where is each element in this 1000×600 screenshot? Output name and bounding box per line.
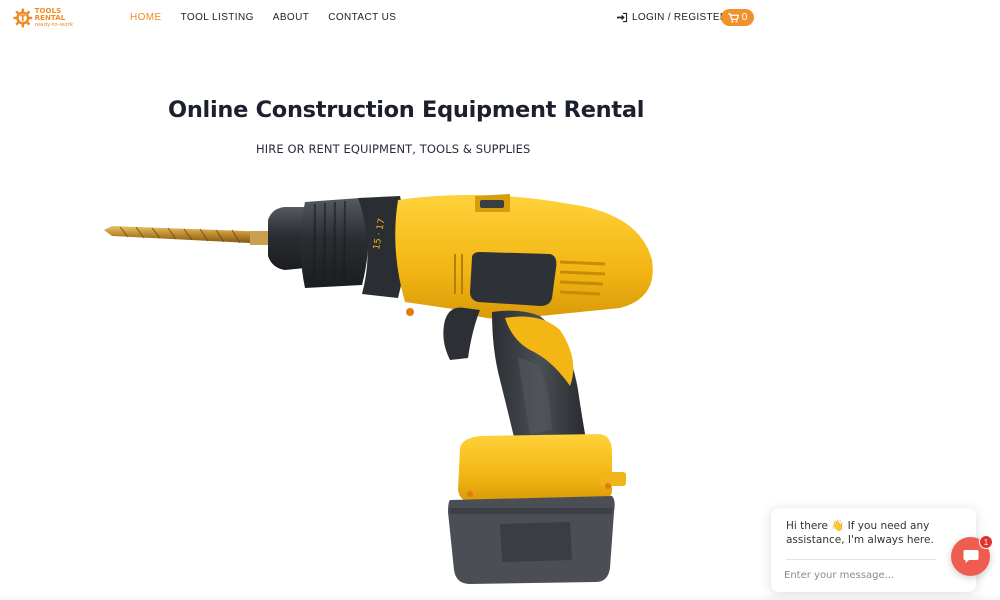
cordless-drill-image: 15 · 17 — [104, 194, 653, 584]
chat-greeting-message: Hi there 👋 If you need any assistance, I… — [786, 520, 934, 546]
chat-notification-badge: 1 — [979, 535, 993, 549]
gear-icon — [13, 8, 33, 28]
nav-menu: HOME TOOL LISTING ABOUT CONTACT US — [130, 11, 415, 24]
brand-name: TOOLS RENTAL — [34, 6, 66, 22]
chat-divider — [786, 559, 936, 560]
nav-item-home[interactable]: HOME — [130, 11, 162, 24]
brand-logo[interactable]: TOOLS RENTAL ready-to-work — [13, 6, 88, 30]
cart-count: 0 — [741, 11, 748, 23]
chat-bubble-icon — [963, 550, 978, 563]
brand-tagline: ready-to-work — [34, 21, 74, 28]
shopping-cart-icon — [727, 12, 739, 22]
login-register-label: LOGIN / REGISTER — [632, 12, 728, 23]
navbar: TOOLS RENTAL ready-to-work HOME TOOL LIS… — [0, 0, 1000, 36]
hero-subtitle: HIRE OR RENT EQUIPMENT, TOOLS & SUPPLIES — [256, 142, 531, 156]
nav-item-about[interactable]: ABOUT — [273, 11, 309, 24]
cart-button[interactable]: 0 — [721, 9, 754, 26]
sign-in-icon — [617, 12, 628, 23]
hero-title: Online Construction Equipment Rental — [168, 97, 645, 123]
page-bottom-edge — [0, 594, 1000, 600]
chat-message-input[interactable] — [784, 566, 944, 584]
nav-item-contact-us[interactable]: CONTACT US — [328, 11, 396, 24]
nav-item-tool-listing[interactable]: TOOL LISTING — [181, 11, 254, 24]
login-register-link[interactable]: LOGIN / REGISTER — [617, 11, 727, 24]
chat-popup: Hi there 👋 If you need any assistance, I… — [771, 508, 976, 592]
